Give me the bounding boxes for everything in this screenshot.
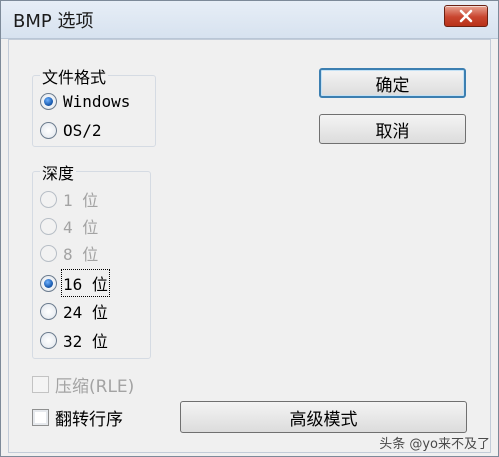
depth-radio-32[interactable]: 32 位 bbox=[40, 328, 108, 352]
radio-button[interactable] bbox=[40, 92, 57, 110]
depth-option-label: 16 位 bbox=[61, 269, 110, 297]
format-option-label: Windows bbox=[63, 91, 131, 111]
radio-button[interactable] bbox=[40, 244, 57, 262]
compress-rle-checkbox[interactable]: 压缩(RLE) bbox=[32, 371, 134, 397]
dialog-title: BMP 选项 bbox=[13, 11, 94, 32]
flip-row-order-checkbox[interactable]: 翻转行序 bbox=[32, 404, 123, 430]
radio-button[interactable] bbox=[40, 302, 57, 320]
depth-label: 深度 bbox=[40, 160, 77, 184]
dialog-body: 文件格式 Windows OS/2 深度 1 位 4 位 8 位 16 位 24… bbox=[8, 39, 491, 453]
depth-option-label: 4 位 bbox=[63, 218, 99, 237]
radio-button[interactable] bbox=[40, 190, 57, 208]
format-option-label: OS/2 bbox=[63, 120, 102, 140]
file-format-label: 文件格式 bbox=[40, 64, 109, 88]
watermark-text: 头条 @yo来不及了 bbox=[379, 437, 490, 452]
depth-option-label: 8 位 bbox=[63, 245, 99, 264]
radio-button[interactable] bbox=[40, 331, 57, 349]
depth-radio-8[interactable]: 8 位 bbox=[40, 241, 98, 265]
title-bar[interactable]: BMP 选项 bbox=[1, 1, 498, 39]
depth-radio-1[interactable]: 1 位 bbox=[40, 187, 98, 211]
depth-option-label: 1 位 bbox=[63, 191, 99, 210]
depth-radio-4[interactable]: 4 位 bbox=[40, 214, 98, 238]
advanced-mode-button[interactable]: 高级模式 bbox=[180, 401, 467, 433]
cancel-button[interactable]: 取消 bbox=[319, 114, 466, 144]
radio-button[interactable] bbox=[40, 217, 57, 235]
close-button[interactable] bbox=[444, 5, 488, 27]
watermark: 头条 @yo来不及了 bbox=[379, 433, 490, 452]
depth-radio-16[interactable]: 16 位 bbox=[40, 269, 110, 297]
radio-button[interactable] bbox=[40, 274, 57, 292]
checkbox-label: 压缩(RLE) bbox=[55, 376, 135, 397]
format-radio-os2[interactable]: OS/2 bbox=[40, 118, 102, 142]
depth-option-label: 32 位 bbox=[63, 332, 108, 351]
checkbox-label: 翻转行序 bbox=[55, 409, 123, 430]
format-radio-windows[interactable]: Windows bbox=[40, 89, 130, 113]
ok-button[interactable]: 确定 bbox=[319, 68, 466, 98]
checkbox-box[interactable] bbox=[32, 408, 49, 426]
radio-button[interactable] bbox=[40, 121, 57, 139]
checkbox-box[interactable] bbox=[32, 375, 49, 393]
close-icon bbox=[459, 9, 473, 23]
bmp-options-dialog: BMP 选项 文件格式 Windows OS/2 深度 1 位 4 位 8 位 … bbox=[0, 0, 499, 457]
depth-option-label: 24 位 bbox=[63, 303, 108, 322]
depth-radio-24[interactable]: 24 位 bbox=[40, 299, 108, 323]
